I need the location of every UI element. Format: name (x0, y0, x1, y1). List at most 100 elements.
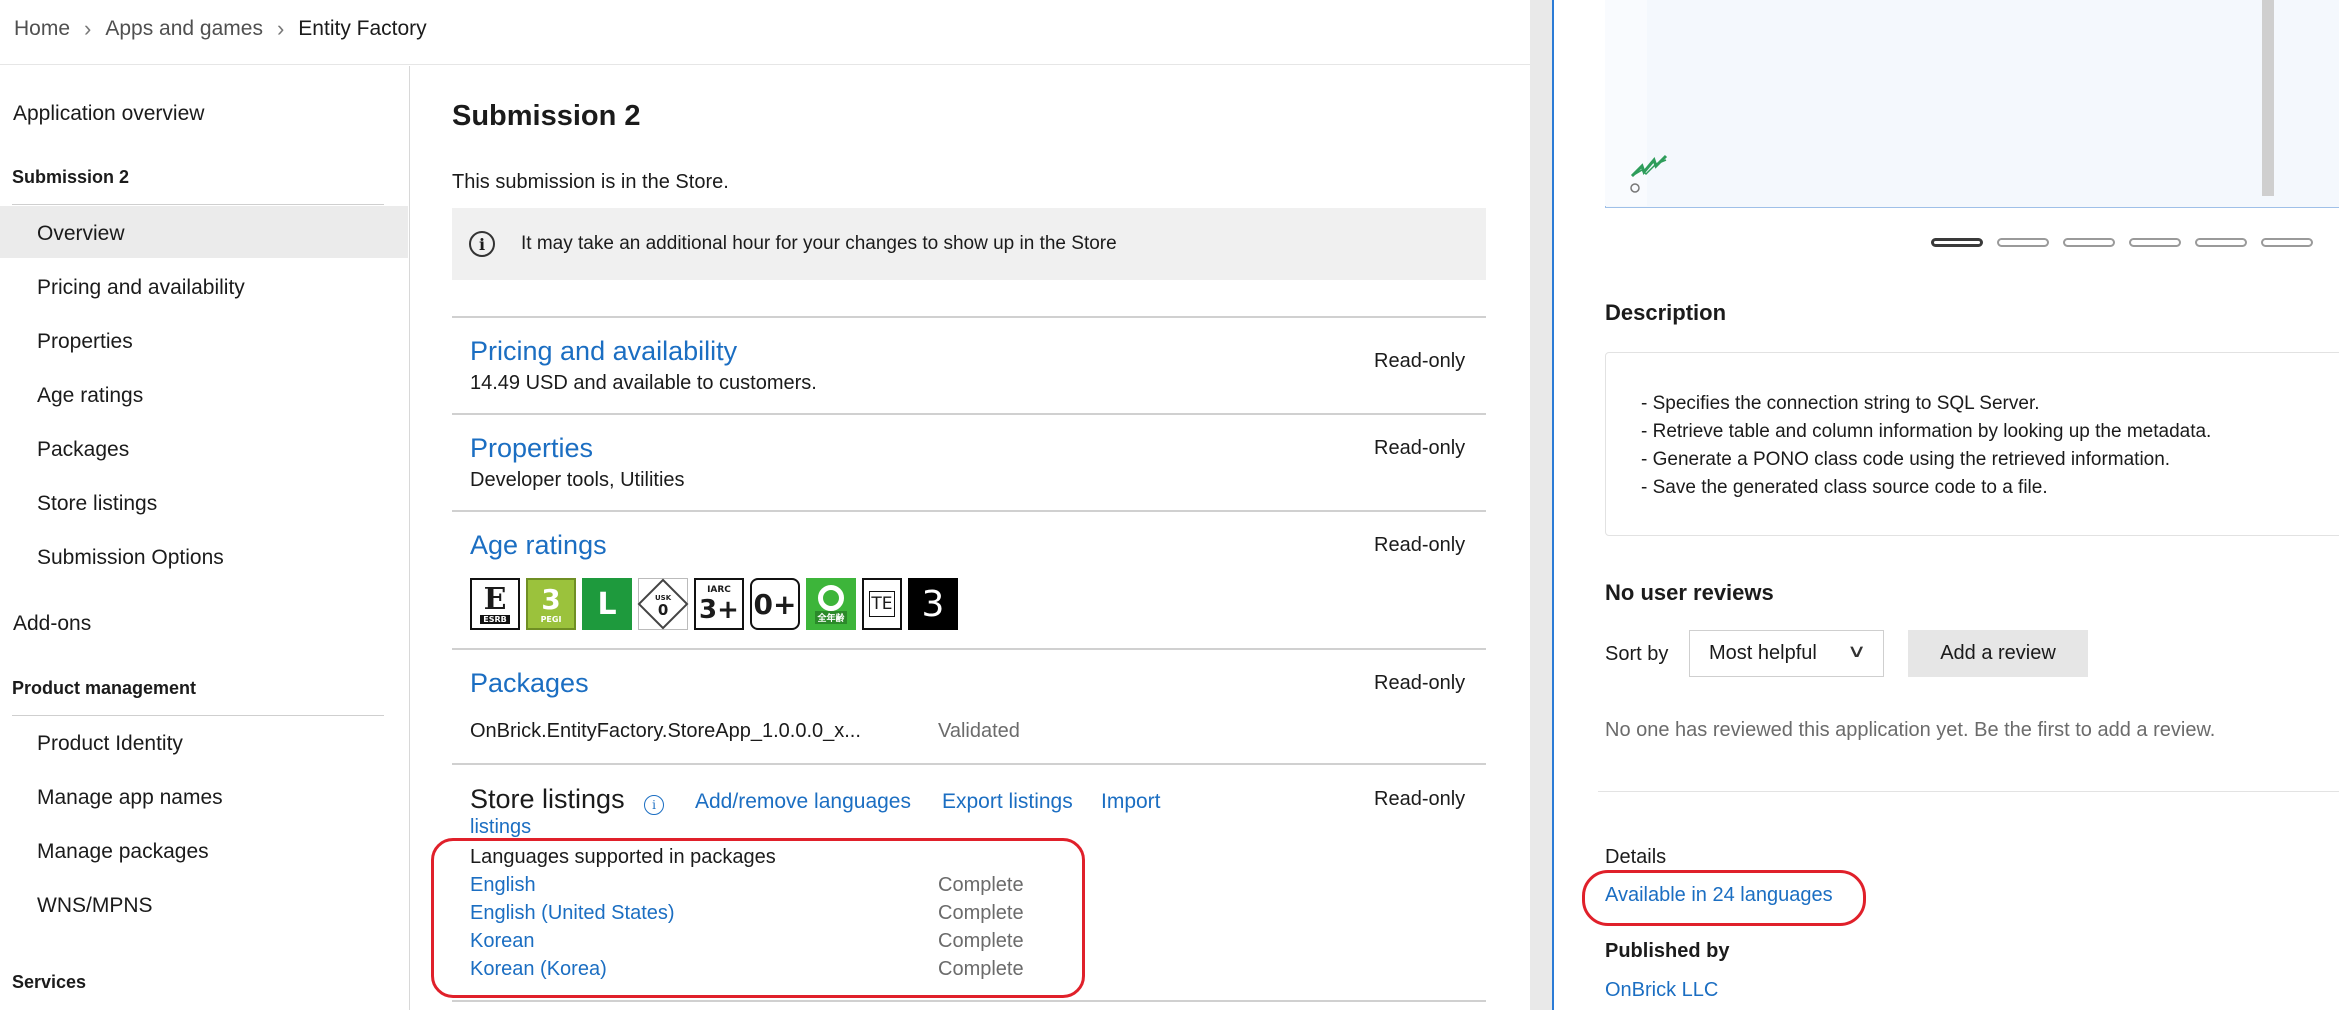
sort-by-dropdown[interactable]: Most helpful ∨ (1689, 630, 1884, 677)
properties-description: Developer tools, Utilities (470, 469, 685, 491)
rating-pegi-main: 3 (541, 582, 561, 616)
grac-circle (818, 584, 844, 611)
iarc-3-rating-icon: IARC 3+ (694, 578, 744, 630)
packages-section-link[interactable]: Packages (470, 668, 589, 699)
header-divider (0, 64, 1530, 65)
carousel-dot[interactable] (2063, 238, 2115, 247)
rating-3-icon: 3 (908, 578, 958, 630)
chevron-right-icon: › (84, 16, 92, 41)
page-title: Submission 2 (452, 100, 641, 132)
export-listings-link[interactable]: Export listings (942, 790, 1073, 814)
details-label: Details (1605, 846, 1667, 868)
package-status: Validated (938, 720, 1020, 742)
rating-iarc-main: 3+ (699, 594, 739, 625)
nav-section-services: Services (12, 972, 87, 992)
age-rating-badges: E ESRB 3 PEGI L USK 0 IARC 3+ 0+ 全年齢 TE … (470, 578, 958, 630)
info-icon[interactable]: i (644, 795, 664, 815)
screenshot-carousel-dots (1931, 238, 2313, 247)
nav-item-manage-packages[interactable]: Manage packages (37, 840, 209, 864)
store-screenshot-preview[interactable] (1605, 0, 2339, 208)
rating-csrr-main: TE (871, 594, 893, 614)
nav-item-age-ratings[interactable]: Age ratings (37, 384, 143, 408)
left-nav: Application overview Submission 2 Overvi… (0, 66, 410, 1010)
usk-diamond: USK 0 (637, 578, 689, 630)
nav-item-wns-mpns[interactable]: WNS/MPNS (37, 894, 153, 918)
pricing-section-link[interactable]: Pricing and availability (470, 336, 737, 367)
rating-3-main: 3 (921, 583, 945, 625)
info-icon: i (469, 231, 495, 257)
breadcrumb-current: Entity Factory (298, 17, 427, 40)
highlight-annotation (431, 838, 1085, 998)
properties-section-link[interactable]: Properties (470, 433, 593, 464)
carousel-dot[interactable] (1997, 238, 2049, 247)
breadcrumb-apps-and-games[interactable]: Apps and games (105, 17, 263, 41)
nav-section-product-management: Product management (12, 678, 197, 698)
description-line: - Specifies the connection string to SQL… (1641, 393, 2040, 414)
highlight-annotation (1582, 870, 1866, 926)
description-line: - Save the generated class source code t… (1641, 477, 2048, 498)
reviews-heading: No user reviews (1605, 580, 1774, 605)
rating-esrb-main: E (483, 581, 507, 617)
sort-by-value: Most helpful (1709, 642, 1817, 664)
nav-divider (12, 715, 384, 716)
rating-grac-sub: 全年齢 (815, 610, 847, 624)
nav-item-store-listings[interactable]: Store listings (37, 492, 157, 516)
packages-readonly-label: Read-only (1374, 672, 1466, 694)
description-line: - Generate a PONO class code using the r… (1641, 449, 2171, 470)
rating-usk-main: 0 (657, 601, 669, 619)
chevron-right-icon: › (276, 16, 285, 41)
store-listings-title: Store listings (470, 784, 625, 814)
submission-status: This submission is in the Store. (452, 171, 729, 193)
section-divider (452, 316, 1486, 318)
section-divider (452, 1000, 1486, 1002)
section-divider (452, 413, 1486, 415)
description-line: - Retrieve table and column information … (1641, 421, 2212, 442)
nav-add-ons[interactable]: Add-ons (13, 612, 91, 636)
age-ratings-section-link[interactable]: Age ratings (470, 530, 607, 561)
breadcrumb: Home › Apps and games › Entity Factory (14, 14, 427, 44)
esrb-e-rating-icon: E ESRB (470, 578, 520, 630)
grac-all-rating-icon: 全年齢 (806, 578, 856, 630)
app-logo-icon (1630, 154, 1668, 193)
screenshot-scrollbar[interactable] (2262, 0, 2274, 196)
carousel-dot[interactable] (1931, 238, 1983, 247)
carousel-dot[interactable] (2129, 238, 2181, 247)
nav-item-pricing-and-availability[interactable]: Pricing and availability (37, 276, 245, 300)
age-ratings-readonly-label: Read-only (1374, 534, 1466, 556)
import-listings-link-wrap[interactable]: listings (470, 816, 531, 839)
chevron-down-icon: ∨ (1846, 641, 1867, 661)
pegi-3-rating-icon: 3 PEGI (526, 578, 576, 630)
publisher-link[interactable]: OnBrick LLC (1605, 979, 1718, 1002)
pricing-readonly-label: Read-only (1374, 350, 1466, 372)
sort-by-label: Sort by (1605, 643, 1669, 665)
info-banner-text: It may take an additional hour for your … (521, 233, 1117, 254)
usk-0-rating-icon: USK 0 (637, 578, 689, 630)
preview-pane-border (1552, 0, 1554, 1010)
rating-generic-main: 0+ (753, 587, 797, 621)
add-remove-languages-link[interactable]: Add/remove languages (695, 790, 911, 814)
nav-divider (12, 204, 384, 205)
rating-pegi-sub: PEGI (540, 614, 562, 624)
nav-item-overview[interactable]: Overview (37, 222, 125, 246)
properties-readonly-label: Read-only (1374, 437, 1466, 459)
nav-application-overview[interactable]: Application overview (13, 102, 204, 126)
nav-item-properties[interactable]: Properties (37, 330, 133, 354)
nav-item-product-identity[interactable]: Product Identity (37, 732, 183, 756)
generic-0-rating-icon: 0+ (750, 578, 800, 630)
nav-item-submission-options[interactable]: Submission Options (37, 546, 224, 570)
breadcrumb-home[interactable]: Home (14, 17, 70, 41)
nav-item-packages[interactable]: Packages (37, 438, 129, 462)
carousel-dot[interactable] (2195, 238, 2247, 247)
description-heading: Description (1605, 300, 1727, 325)
csrr-te-rating-icon: TE (862, 578, 902, 630)
nav-section-submission: Submission 2 (12, 167, 130, 187)
no-reviews-text: No one has reviewed this application yet… (1605, 719, 2216, 741)
add-review-button[interactable]: Add a review (1908, 630, 2088, 677)
pane-splitter[interactable] (1530, 0, 1554, 1010)
nav-item-manage-app-names[interactable]: Manage app names (37, 786, 223, 810)
import-listings-link[interactable]: Import (1101, 790, 1161, 814)
rating-iarc-sub: IARC (707, 584, 731, 595)
rating-esrb-sub: ESRB (480, 614, 510, 624)
published-by-label: Published by (1605, 940, 1730, 962)
carousel-dot[interactable] (2261, 238, 2313, 247)
